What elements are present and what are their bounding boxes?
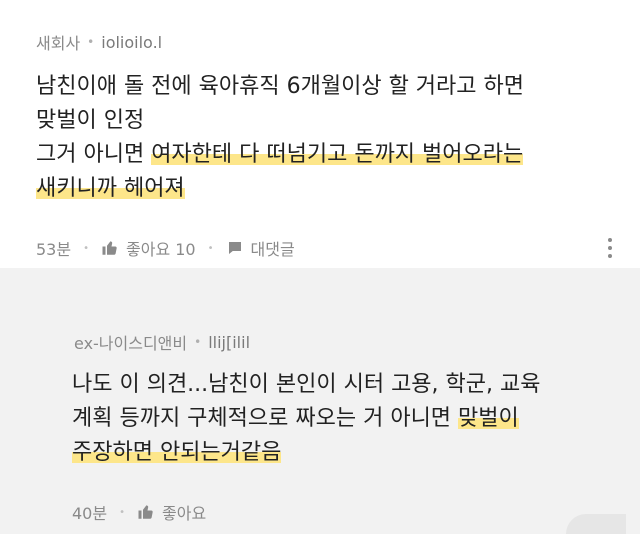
reply-author[interactable]: ex-나이스디앤비 <box>74 330 187 354</box>
comment-text: 맞벌이 인정 <box>36 108 145 133</box>
highlighted-text: 여자한테 다 떠넘기고 돈까지 벌어오라는 <box>151 142 524 167</box>
reply-button[interactable]: 대댓글 <box>226 236 295 260</box>
like-label: 좋아요 10 <box>126 240 196 259</box>
comment-line: 나도 이 의견...남친이 본인이 시터 고용, 학군, 교육 <box>72 368 632 402</box>
comment-text: 그거 아니면 <box>36 142 152 167</box>
comment-line: 주장하면 안되는거같음 <box>72 436 632 470</box>
reply-time: 40분 <box>72 504 108 523</box>
highlighted-text: 새키니까 헤어져 <box>36 176 185 201</box>
comment-line: 새키니까 헤어져 <box>36 172 626 206</box>
reply-like-button[interactable]: 좋아요 <box>137 500 206 524</box>
comment-text: 남친이애 돌 전에 육아휴직 6개월이상 할 거라고 하면 <box>36 74 524 99</box>
reply-label: 대댓글 <box>250 240 295 259</box>
reply-meta: ex-나이스디앤비 • llij[ilil <box>74 330 250 354</box>
highlighted-text: 맞벌이 <box>458 406 519 431</box>
reply-actions: 40분 • 좋아요 <box>72 500 206 524</box>
reply-like-label: 좋아요 <box>162 504 207 523</box>
thumbs-up-icon <box>101 239 119 257</box>
meta-separator: • <box>87 35 95 49</box>
reply-fab-edge <box>566 514 626 534</box>
meta-separator: • <box>194 335 202 349</box>
comment-actions: 53분 • 좋아요 10 • 대댓글 <box>36 236 295 260</box>
comment-line: 맞벌이 인정 <box>36 104 626 138</box>
comment-author[interactable]: 새회사 <box>36 30 80 54</box>
comment-line: 계획 등까지 구체적으로 짜오는 거 아니면 맞벌이 <box>72 402 632 436</box>
reply-nickname[interactable]: llij[ilil <box>208 333 250 352</box>
comment-text: 나도 이 의견...남친이 본인이 시터 고용, 학군, 교육 <box>72 372 541 397</box>
like-button[interactable]: 좋아요 10 <box>101 236 196 260</box>
comment-line: 남친이애 돌 전에 육아휴직 6개월이상 할 거라고 하면 <box>36 70 626 104</box>
comment-line: 그거 아니면 여자한테 다 떠넘기고 돈까지 벌어오라는 <box>36 138 626 172</box>
comment-body: 남친이애 돌 전에 육아휴직 6개월이상 할 거라고 하면맞벌이 인정그거 아니… <box>36 70 626 206</box>
thumbs-up-icon <box>137 503 155 521</box>
comment-time: 53분 <box>36 240 72 259</box>
comment-meta: 새회사 • iolioilo.l <box>36 30 162 54</box>
comment-text: 계획 등까지 구체적으로 짜오는 거 아니면 <box>72 406 459 431</box>
highlighted-text: 주장하면 안되는거같음 <box>72 440 282 465</box>
speech-bubble-icon <box>226 239 244 257</box>
more-vertical-icon[interactable] <box>608 238 612 258</box>
comment-1: 새회사 • iolioilo.l 남친이애 돌 전에 육아휴직 6개월이상 할 … <box>0 0 640 268</box>
comment-nickname[interactable]: iolioilo.l <box>101 33 162 52</box>
reply-body: 나도 이 의견...남친이 본인이 시터 고용, 학군, 교육계획 등까지 구체… <box>72 368 632 470</box>
